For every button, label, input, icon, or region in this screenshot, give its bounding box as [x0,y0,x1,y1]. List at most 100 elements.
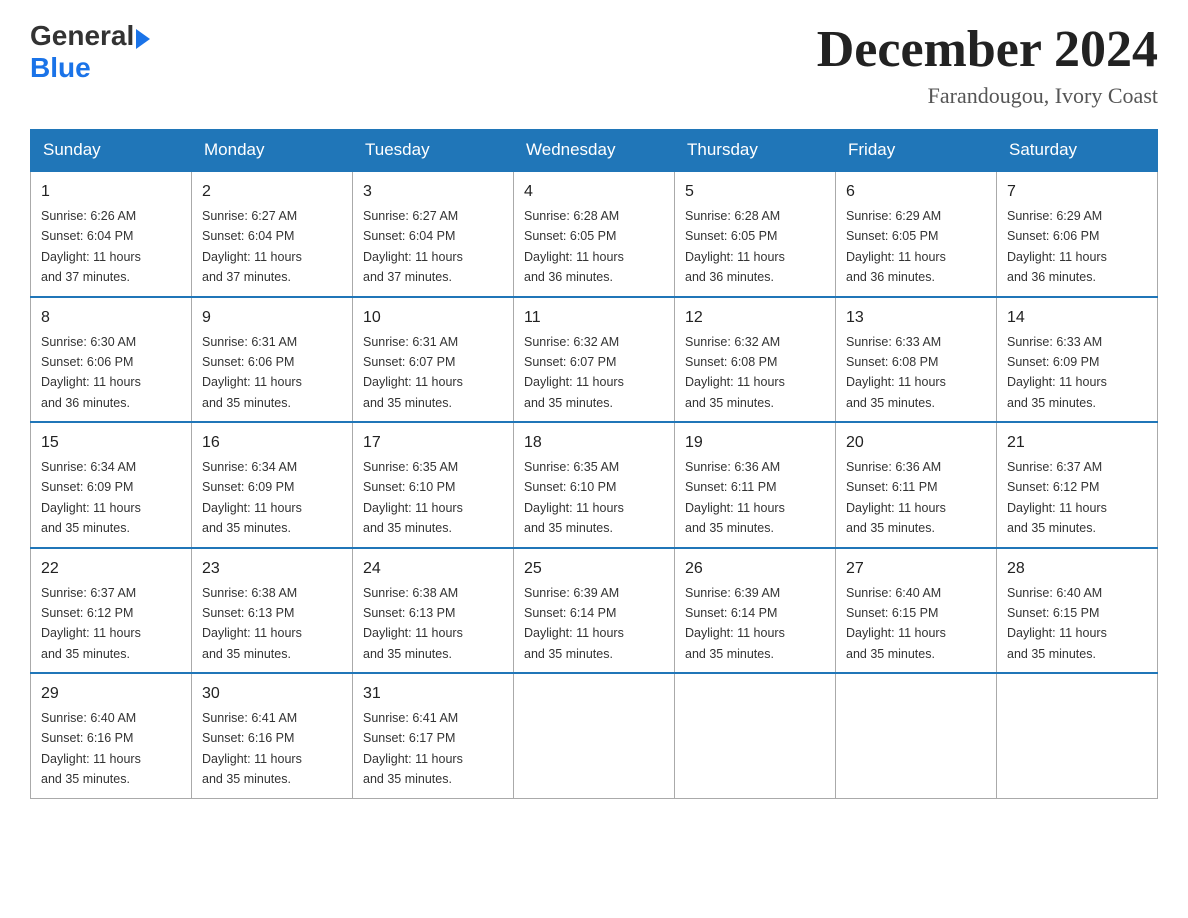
day-number: 14 [1007,306,1147,330]
day-info: Sunrise: 6:41 AMSunset: 6:16 PMDaylight:… [202,711,302,786]
calendar-week-row: 29 Sunrise: 6:40 AMSunset: 6:16 PMDaylig… [31,673,1158,798]
col-header-friday: Friday [836,130,997,172]
day-info: Sunrise: 6:27 AMSunset: 6:04 PMDaylight:… [363,209,463,284]
day-info: Sunrise: 6:35 AMSunset: 6:10 PMDaylight:… [524,460,624,535]
calendar-cell: 27 Sunrise: 6:40 AMSunset: 6:15 PMDaylig… [836,548,997,674]
calendar-cell [514,673,675,798]
day-number: 6 [846,180,986,204]
day-info: Sunrise: 6:37 AMSunset: 6:12 PMDaylight:… [41,586,141,661]
page-header: General Blue December 2024 Farandougou, … [30,20,1158,109]
calendar-cell: 23 Sunrise: 6:38 AMSunset: 6:13 PMDaylig… [192,548,353,674]
logo-text-blue: Blue [30,52,150,84]
calendar-cell: 5 Sunrise: 6:28 AMSunset: 6:05 PMDayligh… [675,171,836,297]
calendar-week-row: 1 Sunrise: 6:26 AMSunset: 6:04 PMDayligh… [31,171,1158,297]
day-info: Sunrise: 6:36 AMSunset: 6:11 PMDaylight:… [685,460,785,535]
calendar-cell: 14 Sunrise: 6:33 AMSunset: 6:09 PMDaylig… [997,297,1158,423]
day-number: 23 [202,557,342,581]
calendar-cell: 26 Sunrise: 6:39 AMSunset: 6:14 PMDaylig… [675,548,836,674]
calendar-cell: 7 Sunrise: 6:29 AMSunset: 6:06 PMDayligh… [997,171,1158,297]
day-number: 8 [41,306,181,330]
title-section: December 2024 Farandougou, Ivory Coast [817,20,1158,109]
calendar-cell: 16 Sunrise: 6:34 AMSunset: 6:09 PMDaylig… [192,422,353,548]
day-number: 18 [524,431,664,455]
calendar-cell: 25 Sunrise: 6:39 AMSunset: 6:14 PMDaylig… [514,548,675,674]
calendar-cell: 10 Sunrise: 6:31 AMSunset: 6:07 PMDaylig… [353,297,514,423]
day-number: 1 [41,180,181,204]
day-number: 25 [524,557,664,581]
calendar-cell: 17 Sunrise: 6:35 AMSunset: 6:10 PMDaylig… [353,422,514,548]
calendar-cell: 28 Sunrise: 6:40 AMSunset: 6:15 PMDaylig… [997,548,1158,674]
day-info: Sunrise: 6:34 AMSunset: 6:09 PMDaylight:… [202,460,302,535]
day-info: Sunrise: 6:31 AMSunset: 6:07 PMDaylight:… [363,335,463,410]
day-info: Sunrise: 6:26 AMSunset: 6:04 PMDaylight:… [41,209,141,284]
logo-arrow-icon [136,29,150,49]
day-info: Sunrise: 6:31 AMSunset: 6:06 PMDaylight:… [202,335,302,410]
calendar-cell [997,673,1158,798]
calendar-week-row: 22 Sunrise: 6:37 AMSunset: 6:12 PMDaylig… [31,548,1158,674]
calendar-cell: 31 Sunrise: 6:41 AMSunset: 6:17 PMDaylig… [353,673,514,798]
day-number: 29 [41,682,181,706]
location-title: Farandougou, Ivory Coast [817,83,1158,109]
calendar-table: SundayMondayTuesdayWednesdayThursdayFrid… [30,129,1158,799]
day-number: 26 [685,557,825,581]
day-info: Sunrise: 6:40 AMSunset: 6:16 PMDaylight:… [41,711,141,786]
day-info: Sunrise: 6:28 AMSunset: 6:05 PMDaylight:… [524,209,624,284]
day-number: 2 [202,180,342,204]
day-info: Sunrise: 6:28 AMSunset: 6:05 PMDaylight:… [685,209,785,284]
calendar-cell: 2 Sunrise: 6:27 AMSunset: 6:04 PMDayligh… [192,171,353,297]
calendar-cell: 21 Sunrise: 6:37 AMSunset: 6:12 PMDaylig… [997,422,1158,548]
calendar-cell: 12 Sunrise: 6:32 AMSunset: 6:08 PMDaylig… [675,297,836,423]
day-number: 27 [846,557,986,581]
calendar-cell: 15 Sunrise: 6:34 AMSunset: 6:09 PMDaylig… [31,422,192,548]
calendar-cell: 24 Sunrise: 6:38 AMSunset: 6:13 PMDaylig… [353,548,514,674]
day-info: Sunrise: 6:29 AMSunset: 6:06 PMDaylight:… [1007,209,1107,284]
calendar-cell: 13 Sunrise: 6:33 AMSunset: 6:08 PMDaylig… [836,297,997,423]
day-number: 5 [685,180,825,204]
day-number: 16 [202,431,342,455]
day-number: 13 [846,306,986,330]
day-number: 11 [524,306,664,330]
day-number: 31 [363,682,503,706]
day-number: 9 [202,306,342,330]
day-info: Sunrise: 6:40 AMSunset: 6:15 PMDaylight:… [846,586,946,661]
day-info: Sunrise: 6:36 AMSunset: 6:11 PMDaylight:… [846,460,946,535]
col-header-tuesday: Tuesday [353,130,514,172]
day-info: Sunrise: 6:32 AMSunset: 6:07 PMDaylight:… [524,335,624,410]
calendar-cell [675,673,836,798]
col-header-saturday: Saturday [997,130,1158,172]
calendar-cell: 29 Sunrise: 6:40 AMSunset: 6:16 PMDaylig… [31,673,192,798]
day-number: 21 [1007,431,1147,455]
logo: General Blue [30,20,150,84]
day-info: Sunrise: 6:40 AMSunset: 6:15 PMDaylight:… [1007,586,1107,661]
col-header-thursday: Thursday [675,130,836,172]
calendar-cell: 4 Sunrise: 6:28 AMSunset: 6:05 PMDayligh… [514,171,675,297]
calendar-week-row: 8 Sunrise: 6:30 AMSunset: 6:06 PMDayligh… [31,297,1158,423]
day-number: 15 [41,431,181,455]
col-header-wednesday: Wednesday [514,130,675,172]
calendar-cell: 1 Sunrise: 6:26 AMSunset: 6:04 PMDayligh… [31,171,192,297]
calendar-cell: 22 Sunrise: 6:37 AMSunset: 6:12 PMDaylig… [31,548,192,674]
month-title: December 2024 [817,20,1158,79]
calendar-week-row: 15 Sunrise: 6:34 AMSunset: 6:09 PMDaylig… [31,422,1158,548]
day-number: 22 [41,557,181,581]
day-info: Sunrise: 6:30 AMSunset: 6:06 PMDaylight:… [41,335,141,410]
day-info: Sunrise: 6:39 AMSunset: 6:14 PMDaylight:… [524,586,624,661]
day-info: Sunrise: 6:39 AMSunset: 6:14 PMDaylight:… [685,586,785,661]
day-info: Sunrise: 6:29 AMSunset: 6:05 PMDaylight:… [846,209,946,284]
day-info: Sunrise: 6:37 AMSunset: 6:12 PMDaylight:… [1007,460,1107,535]
logo-text-general: General [30,20,134,52]
day-info: Sunrise: 6:38 AMSunset: 6:13 PMDaylight:… [202,586,302,661]
day-info: Sunrise: 6:33 AMSunset: 6:08 PMDaylight:… [846,335,946,410]
day-number: 12 [685,306,825,330]
day-number: 20 [846,431,986,455]
calendar-cell: 8 Sunrise: 6:30 AMSunset: 6:06 PMDayligh… [31,297,192,423]
day-info: Sunrise: 6:34 AMSunset: 6:09 PMDaylight:… [41,460,141,535]
calendar-cell: 9 Sunrise: 6:31 AMSunset: 6:06 PMDayligh… [192,297,353,423]
day-number: 4 [524,180,664,204]
calendar-cell: 11 Sunrise: 6:32 AMSunset: 6:07 PMDaylig… [514,297,675,423]
day-info: Sunrise: 6:38 AMSunset: 6:13 PMDaylight:… [363,586,463,661]
day-number: 3 [363,180,503,204]
day-number: 10 [363,306,503,330]
day-number: 7 [1007,180,1147,204]
calendar-cell: 18 Sunrise: 6:35 AMSunset: 6:10 PMDaylig… [514,422,675,548]
